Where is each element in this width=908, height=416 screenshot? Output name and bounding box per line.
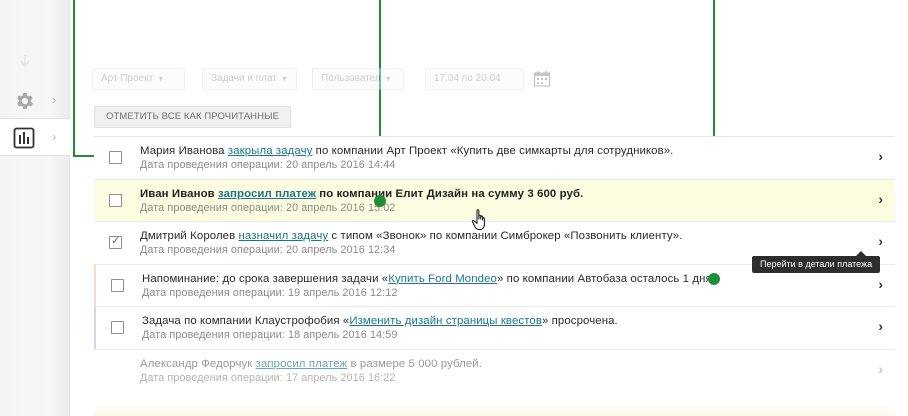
- filter-type-value: Задачи и плат: [211, 73, 277, 84]
- notification-link[interactable]: Купить Ford Mondeo: [388, 273, 497, 285]
- filter-date-value: 17.04 по 20.04: [434, 73, 501, 84]
- guide-line-left-horizontal: [73, 155, 95, 157]
- filter-user-value: Пользовател: [321, 73, 381, 84]
- chevron-right-icon[interactable]: ›: [878, 318, 883, 334]
- chevron-right-icon: ›: [52, 129, 57, 144]
- chevron-right-icon[interactable]: ›: [878, 148, 883, 164]
- sidebar-item-statistics[interactable]: ›: [0, 118, 70, 156]
- row-checkbox[interactable]: [109, 193, 122, 207]
- row-checkbox[interactable]: [111, 278, 124, 292]
- mark-all-read-button[interactable]: ОТМЕТИТЬ ВСЕ КАК ПРОЧИТАННЫЕ: [94, 106, 292, 128]
- list-bottom-fade: [94, 404, 895, 416]
- notification-text-part: с типом «Звонок» по компании Симброкер «…: [328, 230, 683, 242]
- chevron-right-icon[interactable]: ›: [878, 191, 883, 207]
- hand-cursor-icon: [471, 209, 485, 231]
- notification-date: Дата проведения операции: 19 апрель 2016…: [142, 286, 398, 299]
- dropdown-arrow-icon: ▼: [280, 76, 288, 83]
- row-checkbox-checked[interactable]: ✓: [109, 235, 122, 249]
- notification-date: Дата проведения операции: 17 апрель 2016…: [140, 371, 396, 384]
- chevron-right-icon: ›: [52, 92, 57, 107]
- filter-project-value: Арт Проект: [101, 73, 154, 84]
- gear-icon: [17, 93, 33, 109]
- notification-date: Дата проведения операции: 20 апрель 2016…: [140, 244, 396, 256]
- notification-date: Дата проведения операции: 20 апрель 2016…: [140, 159, 396, 171]
- guide-dot-right: [708, 273, 720, 285]
- notification-text-part: Иван Иванов: [140, 187, 218, 200]
- notification-link[interactable]: назначил задачу: [239, 230, 329, 242]
- bar-chart-icon: [13, 127, 35, 149]
- notification-text-part: Дмитрий Королев: [140, 230, 239, 242]
- notification-text: Иван Иванов запросил платеж по компании …: [140, 188, 583, 200]
- notification-text-part: Напоминание: до срока завершения задачи …: [142, 272, 389, 285]
- notification-text-part: Александр Федорчук: [140, 357, 256, 370]
- payment-details-tooltip: Перейти в детали платежа: [752, 251, 881, 273]
- notification-text: Дмитрий Королев назначил задачу с типом …: [140, 230, 683, 242]
- notification-link[interactable]: Изменить дизайн страницы квестов: [349, 315, 542, 327]
- chevron-right-icon[interactable]: ›: [878, 276, 883, 292]
- checkmark-icon: ✓: [111, 235, 121, 247]
- filter-project-select[interactable]: Арт Проект ▼: [92, 68, 185, 90]
- notification-text-part: в размере 5 000 рублей.: [347, 357, 483, 370]
- row-checkbox[interactable]: [111, 321, 124, 334]
- notification-text-part: » по компании Автобаза осталось 1 дня.: [496, 272, 716, 285]
- notification-date: Дата проведения операции: 18 апрель 2016…: [142, 329, 398, 341]
- chevron-right-icon[interactable]: ›: [878, 361, 883, 377]
- notification-row[interactable]: Мария Иванова закрыла задачу по компании…: [94, 136, 895, 179]
- filter-date-input[interactable]: 17.04 по 20.04: [425, 68, 524, 90]
- notification-row-read[interactable]: Александр Федорчук запросил платеж в раз…: [94, 348, 895, 391]
- filter-user-select[interactable]: Пользовател ▼: [312, 68, 404, 90]
- filter-type-select[interactable]: Задачи и плат ▼: [202, 68, 297, 90]
- dropdown-arrow-icon: ▼: [384, 76, 392, 83]
- notification-text: Задача по компании Клаустрофобия «Измени…: [142, 315, 618, 327]
- notification-text-part: » просрочена.: [541, 315, 618, 327]
- notification-row-overdue[interactable]: Задача по компании Клаустрофобия «Измени…: [94, 306, 895, 349]
- notification-link[interactable]: запросил платеж: [218, 188, 316, 200]
- faded-nav-icon: [20, 55, 30, 68]
- row-checkbox[interactable]: [109, 151, 122, 164]
- sidebar: › ›: [0, 0, 70, 416]
- notification-link[interactable]: закрыла задачу: [228, 145, 313, 157]
- notification-row[interactable]: Иван Иванов запросил платеж по компании …: [94, 178, 895, 221]
- notification-text: Мария Иванова закрыла задачу по компании…: [140, 145, 673, 157]
- guide-dot-middle: [374, 195, 386, 207]
- sidebar-item-settings[interactable]: ›: [0, 82, 70, 120]
- notification-link[interactable]: запросил платеж: [256, 358, 348, 370]
- guide-line-left-vertical: [73, 0, 75, 156]
- notification-text: Александр Федорчук запросил платеж в раз…: [140, 358, 482, 370]
- notification-text-part: по компании Елит Дизайн на сумму 3 600 р…: [316, 187, 584, 200]
- dropdown-arrow-icon: ▼: [157, 76, 165, 83]
- notification-text-part: Мария Иванова: [140, 145, 228, 157]
- calendar-icon[interactable]: [533, 70, 551, 88]
- notification-date: Дата проведения операции: 20 апрель 2016…: [140, 201, 396, 214]
- notification-text: Напоминание: до срока завершения задачи …: [142, 273, 715, 285]
- notification-text-part: по компании Арт Проект «Купить две симка…: [312, 145, 674, 157]
- notification-text-part: Задача по компании Клаустрофобия «: [142, 315, 350, 327]
- chevron-right-icon[interactable]: ›: [878, 233, 883, 249]
